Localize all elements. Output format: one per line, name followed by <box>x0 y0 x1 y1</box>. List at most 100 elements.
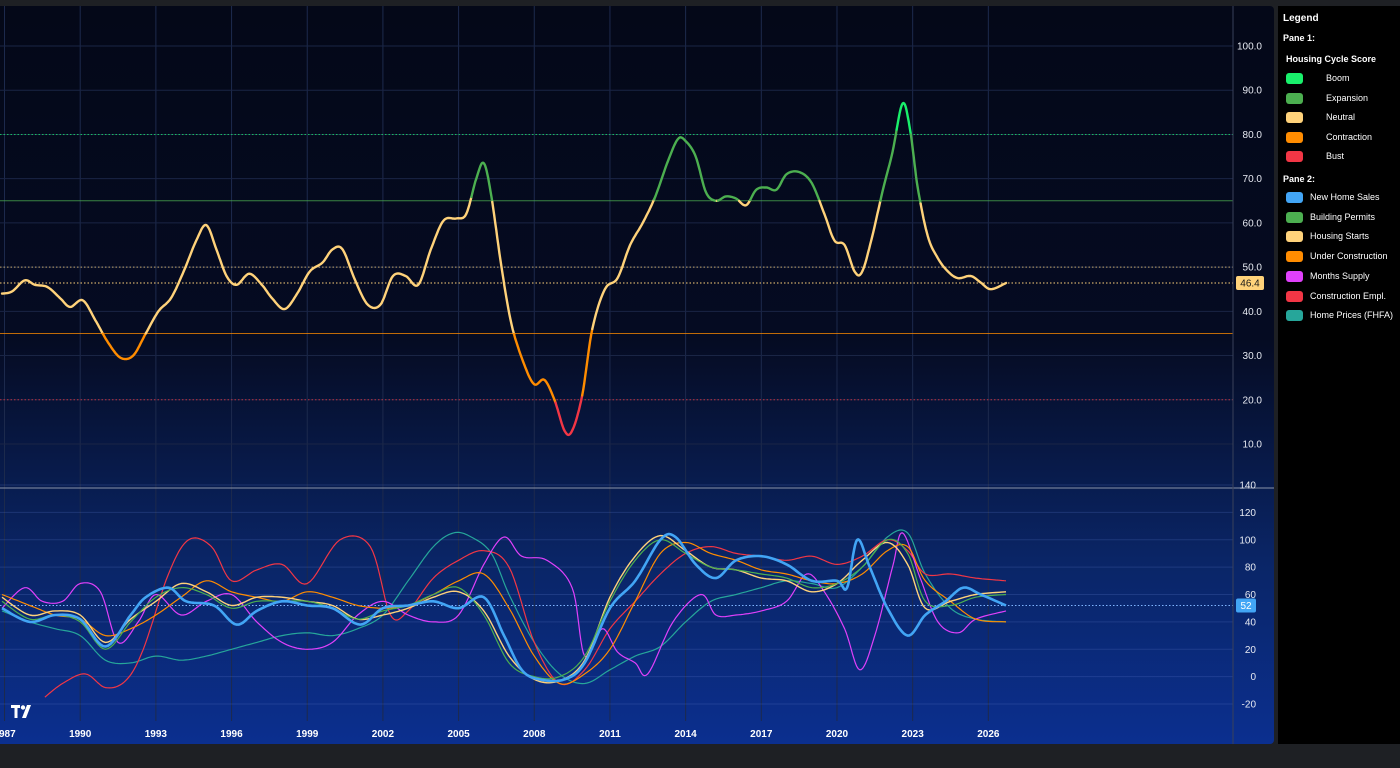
y-tick-label: 120 <box>1239 508 1256 519</box>
legend-label: Construction Empl. <box>1310 290 1387 301</box>
x-tick-label: 2002 <box>372 729 395 740</box>
grid-lines <box>0 6 1233 721</box>
x-tick-label: 2014 <box>675 729 698 740</box>
y-tick-label: 80 <box>1245 563 1257 574</box>
series-line-housing-starts[interactable] <box>1 534 1007 684</box>
legend-label: Home Prices (FHFA) <box>1310 310 1394 321</box>
legend-item-months-supply[interactable]: Months Supply <box>1286 270 1400 284</box>
legend-item-construction-empl-[interactable]: Construction Empl. <box>1286 290 1400 304</box>
legend-item-bust[interactable]: Bust <box>1286 150 1400 164</box>
legend-item-new-home-sales[interactable]: New Home Sales <box>1286 191 1400 205</box>
legend-swatch <box>1286 151 1303 163</box>
cycle-score-segment[interactable] <box>591 198 656 331</box>
cycle-score-segment[interactable] <box>581 327 594 397</box>
cycle-score-segment[interactable] <box>749 170 821 203</box>
y-tick-label: 100 <box>1239 535 1256 546</box>
x-tick-label: 2011 <box>599 729 621 740</box>
cycle-score-segment[interactable] <box>470 161 494 204</box>
chart-svg[interactable]: 10.0 20.0 30.0 40.0 50.0 60.0 70.0 80.0 90.0 100.… <box>0 6 1274 744</box>
legend-item-boom[interactable]: Boom <box>1286 72 1400 86</box>
y-tick-label: 140 <box>1239 481 1256 492</box>
legend-item-building-permits[interactable]: Building Permits <box>1286 211 1400 225</box>
legend-pane1-subtitle: Housing Cycle Score <box>1286 54 1377 64</box>
legend-label: Bust <box>1326 151 1345 162</box>
x-axis[interactable]: 1987 1990 1993 1996 1999 2002 2005 2008 2011 2014… <box>0 729 1000 740</box>
legend-swatch <box>1286 211 1303 223</box>
y-tick-label: 60.0 <box>1243 218 1263 229</box>
y-tick-label: 70.0 <box>1243 174 1263 185</box>
legend-pane2-title: Pane 2: <box>1283 174 1316 184</box>
cycle-score-segment[interactable] <box>919 202 1008 291</box>
legend-item-neutral[interactable]: Neutral <box>1286 111 1400 125</box>
legend-label: Months Supply <box>1310 270 1370 281</box>
cycle-score-segment[interactable] <box>0 279 105 335</box>
legend-item-expansion[interactable]: Expansion <box>1286 92 1400 106</box>
x-tick-label: 2005 <box>447 729 470 740</box>
pane1-last-value-text: 46.4 <box>1240 279 1260 290</box>
y-tick-label: 20 <box>1245 645 1257 656</box>
pane2-last-value-text: 52 <box>1240 601 1252 612</box>
y-tick-label: 0 <box>1250 672 1256 683</box>
legend-label: New Home Sales <box>1310 192 1380 202</box>
y-tick-label: 20.0 <box>1243 395 1263 406</box>
y-tick-label: 90.0 <box>1243 86 1263 97</box>
x-tick-label: 2026 <box>977 729 1000 740</box>
x-tick-label: 2008 <box>523 729 546 740</box>
cycle-score-segment[interactable] <box>895 101 913 136</box>
x-tick-label: 1996 <box>220 729 243 740</box>
tradingview-logo-icon[interactable] <box>10 703 38 719</box>
y-tick-label: 80.0 <box>1243 130 1263 141</box>
legend-swatch <box>1286 270 1303 282</box>
legend-label: Building Permits <box>1310 211 1376 222</box>
legend-label: Contraction <box>1326 131 1373 142</box>
legend-pane1-title: Pane 1: <box>1283 33 1316 43</box>
legend-label: Under Construction <box>1310 251 1388 262</box>
chart-area[interactable]: 10.0 20.0 30.0 40.0 50.0 60.0 70.0 80.0 90.0 100.… <box>0 6 1274 744</box>
reference-lines <box>0 133 1233 606</box>
x-tick-label: 1999 <box>296 729 319 740</box>
legend-item-housing-starts[interactable]: Housing Starts <box>1286 230 1400 244</box>
y-tick-label: 50.0 <box>1243 263 1263 274</box>
legend-item-contraction[interactable]: Contraction <box>1286 131 1400 145</box>
pane1-series <box>0 101 1008 437</box>
x-tick-label: 2017 <box>750 729 773 740</box>
legend-swatch <box>1286 231 1303 243</box>
legend-swatch <box>1286 73 1303 84</box>
legend-swatch <box>1286 131 1303 143</box>
legend-label: Housing Starts <box>1310 231 1370 242</box>
legend-swatch <box>1286 112 1303 124</box>
y-tick-label: 10.0 <box>1243 440 1263 451</box>
legend-panel: Legend Pane 1: Housing Cycle Score Boom E… <box>1278 6 1400 744</box>
legend-item-under-construction[interactable]: Under Construction <box>1286 250 1400 264</box>
legend-label: Expansion <box>1326 92 1369 103</box>
cycle-score-segment[interactable] <box>716 195 741 203</box>
legend-item-home-prices-fhfa-[interactable]: Home Prices (FHFA) <box>1286 309 1400 323</box>
cycle-score-segment[interactable] <box>554 394 584 437</box>
y-tick-label: 30.0 <box>1243 351 1263 362</box>
legend-label: Boom <box>1326 73 1350 83</box>
legend-label: Neutral <box>1326 112 1356 123</box>
y-tick-label: 40 <box>1245 617 1257 628</box>
cycle-score-segment[interactable] <box>879 128 898 202</box>
series-line-home-prices-fhfa-[interactable] <box>1 529 1007 685</box>
x-tick-label: 1990 <box>69 729 92 740</box>
legend-swatch <box>1286 290 1303 302</box>
cycle-score-segment[interactable] <box>818 199 882 277</box>
pane1-y-axis[interactable]: 10.0 20.0 30.0 40.0 50.0 60.0 70.0 80.0 90.0 100.… <box>1237 42 1262 451</box>
x-tick-label: 1993 <box>145 729 168 740</box>
y-tick-label: -20 <box>1242 700 1257 711</box>
pane2-series <box>1 529 1007 698</box>
series-line-new-home-sales[interactable] <box>1 532 1007 683</box>
legend-title: Legend <box>1283 13 1319 24</box>
cycle-score-segment[interactable] <box>144 195 473 335</box>
y-tick-label: 40.0 <box>1243 307 1263 318</box>
x-tick-label: 2023 <box>902 729 925 740</box>
legend-swatch <box>1286 310 1303 322</box>
y-tick-label: 100.0 <box>1237 42 1262 53</box>
x-tick-label: 2020 <box>826 729 849 740</box>
legend-swatch <box>1286 92 1303 104</box>
legend-swatch <box>1286 251 1303 263</box>
cycle-score-segment[interactable] <box>491 200 516 336</box>
x-tick-label: 1987 <box>0 729 16 740</box>
pane2-y-axis[interactable]: -20020406080100120140 <box>1239 481 1256 711</box>
